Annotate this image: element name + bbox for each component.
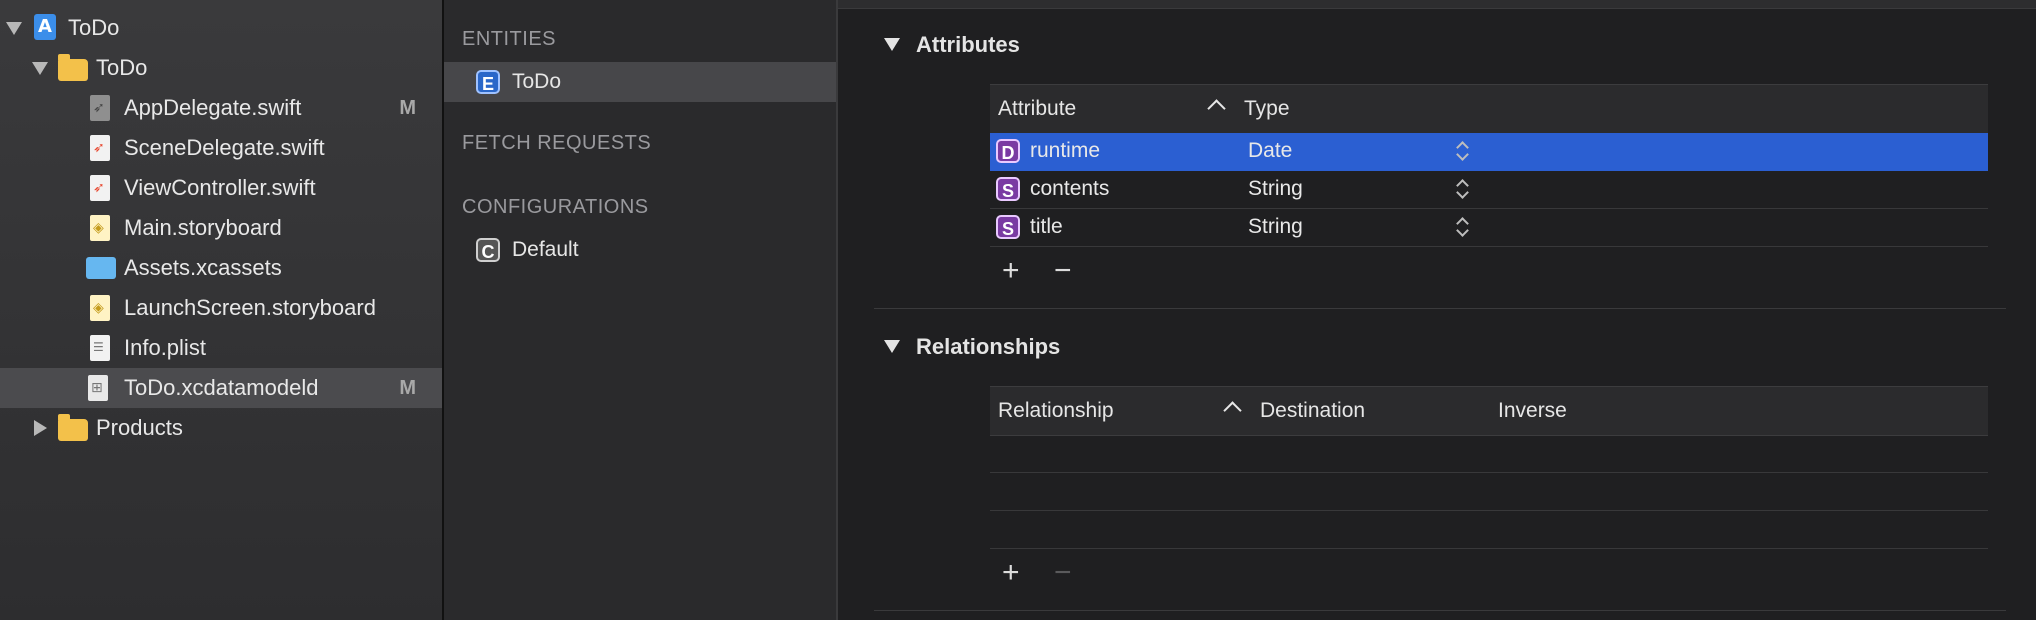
navigator-item-file[interactable]: ◈ LaunchScreen.storyboard [0, 288, 442, 328]
storyboard-file-icon: ◈ [90, 215, 110, 241]
swift-file-icon: ➶ [90, 95, 110, 121]
navigator-item-group[interactable]: ToDo [0, 48, 442, 88]
editor-top-strip [838, 0, 2036, 9]
entity-item-todo[interactable]: E ToDo [444, 62, 836, 102]
entities-section-header: ENTITIES [462, 28, 557, 50]
column-header-inverse[interactable]: Inverse [1498, 399, 1567, 423]
plist-file-icon: ☰ [90, 335, 110, 361]
attributes-table: Attribute Type D runtime Date S contents… [990, 84, 1988, 247]
attributes-section-title: Attributes [916, 32, 1020, 57]
navigator-item-label: AppDelegate.swift [124, 95, 302, 120]
empty-table-row [990, 435, 1988, 473]
navigator-item-file[interactable]: Assets.xcassets [0, 248, 442, 288]
modified-badge: M [399, 376, 416, 399]
navigator-item-label: Assets.xcassets [124, 255, 282, 280]
project-icon [34, 14, 56, 40]
attribute-row-selected[interactable]: D runtime Date [990, 133, 1988, 171]
type-popup-chevron-icon[interactable] [1456, 141, 1468, 161]
modified-badge: M [399, 96, 416, 119]
navigator-item-file[interactable]: ➶ ViewController.swift [0, 168, 442, 208]
configuration-badge-icon: C [476, 238, 500, 262]
navigator-item-label: Products [96, 415, 183, 440]
relationships-table-header: Relationship Destination Inverse [990, 386, 1988, 436]
disclosure-expanded-icon[interactable] [32, 62, 48, 75]
relationships-disclosure-icon[interactable] [884, 340, 900, 353]
attributes-disclosure-icon[interactable] [884, 38, 900, 51]
navigator-item-label: ToDo [96, 55, 148, 80]
remove-attribute-button[interactable]: − [1054, 256, 1072, 286]
navigator-item-file[interactable]: ➶ AppDelegate.swift M [0, 88, 442, 128]
section-divider [874, 610, 2006, 611]
add-relationship-button[interactable]: + [1002, 558, 1020, 588]
disclosure-expanded-icon[interactable] [6, 22, 22, 35]
entity-badge-icon: E [476, 70, 500, 94]
attribute-name[interactable]: runtime [1030, 139, 1100, 163]
navigator-item-label: Main.storyboard [124, 215, 282, 240]
navigator-item-label: ToDo [68, 15, 120, 40]
type-popup-chevron-icon[interactable] [1456, 179, 1468, 199]
navigator-item-file-selected[interactable]: ⊞ ToDo.xcdatamodeld M [0, 368, 442, 408]
storyboard-file-icon: ◈ [90, 295, 110, 321]
configuration-item-default[interactable]: C Default [444, 230, 836, 270]
asset-catalog-icon [86, 257, 116, 279]
string-type-badge-icon: S [996, 215, 1020, 239]
add-attribute-button[interactable]: + [1002, 256, 1020, 286]
navigator-item-label: LaunchScreen.storyboard [124, 295, 376, 320]
column-header-relationship[interactable]: Relationship [998, 399, 1114, 423]
configuration-label: Default [512, 238, 579, 261]
relationships-table: Relationship Destination Inverse [990, 386, 1988, 550]
configurations-section-header: CONFIGURATIONS [462, 196, 649, 218]
attributes-table-header: Attribute Type [990, 84, 1988, 134]
remove-relationship-button[interactable]: − [1054, 558, 1072, 588]
fetch-requests-section-header[interactable]: FETCH REQUESTS [462, 132, 651, 155]
attribute-type[interactable]: Date [1248, 139, 1292, 163]
navigator-item-file[interactable]: ☰ Info.plist [0, 328, 442, 368]
empty-table-row [990, 511, 1988, 549]
sort-ascending-icon[interactable] [1223, 401, 1242, 420]
attribute-name[interactable]: contents [1030, 177, 1109, 201]
navigator-item-label: ToDo.xcdatamodeld [124, 375, 319, 400]
string-type-badge-icon: S [996, 177, 1020, 201]
disclosure-collapsed-icon[interactable] [34, 420, 47, 436]
date-type-badge-icon: D [996, 139, 1020, 163]
attribute-type[interactable]: String [1248, 215, 1303, 239]
datamodel-file-icon: ⊞ [88, 375, 108, 401]
attribute-row[interactable]: S title String [990, 209, 1988, 247]
navigator-item-label: Info.plist [124, 335, 206, 360]
navigator-item-file[interactable]: ➶ SceneDelegate.swift [0, 128, 442, 168]
entity-label: ToDo [512, 70, 562, 93]
navigator-item-label: SceneDelegate.swift [124, 135, 325, 160]
project-navigator: ToDo ToDo ➶ AppDelegate.swift M ➶ SceneD… [0, 0, 444, 620]
navigator-item-group[interactable]: Products [0, 408, 442, 448]
column-header-destination[interactable]: Destination [1260, 399, 1365, 423]
empty-table-row [990, 473, 1988, 511]
entity-list-pane: ENTITIES E ToDo FETCH REQUESTS CONFIGURA… [444, 0, 838, 620]
navigator-item-project[interactable]: ToDo [0, 8, 442, 48]
column-header-attribute[interactable]: Attribute [998, 97, 1076, 121]
attribute-type[interactable]: String [1248, 177, 1303, 201]
folder-icon [58, 54, 88, 81]
navigator-item-label: ViewController.swift [124, 175, 316, 200]
sort-ascending-icon[interactable] [1207, 99, 1226, 118]
relationships-section-title: Relationships [916, 334, 1061, 359]
column-header-type[interactable]: Type [1244, 97, 1290, 121]
swift-file-icon: ➶ [90, 135, 110, 161]
attribute-name[interactable]: title [1030, 215, 1063, 239]
attribute-row[interactable]: S contents String [990, 171, 1988, 209]
folder-icon [58, 414, 88, 441]
navigator-item-file[interactable]: ◈ Main.storyboard [0, 208, 442, 248]
swift-file-icon: ➶ [90, 175, 110, 201]
type-popup-chevron-icon[interactable] [1456, 217, 1468, 237]
section-divider [874, 308, 2006, 309]
